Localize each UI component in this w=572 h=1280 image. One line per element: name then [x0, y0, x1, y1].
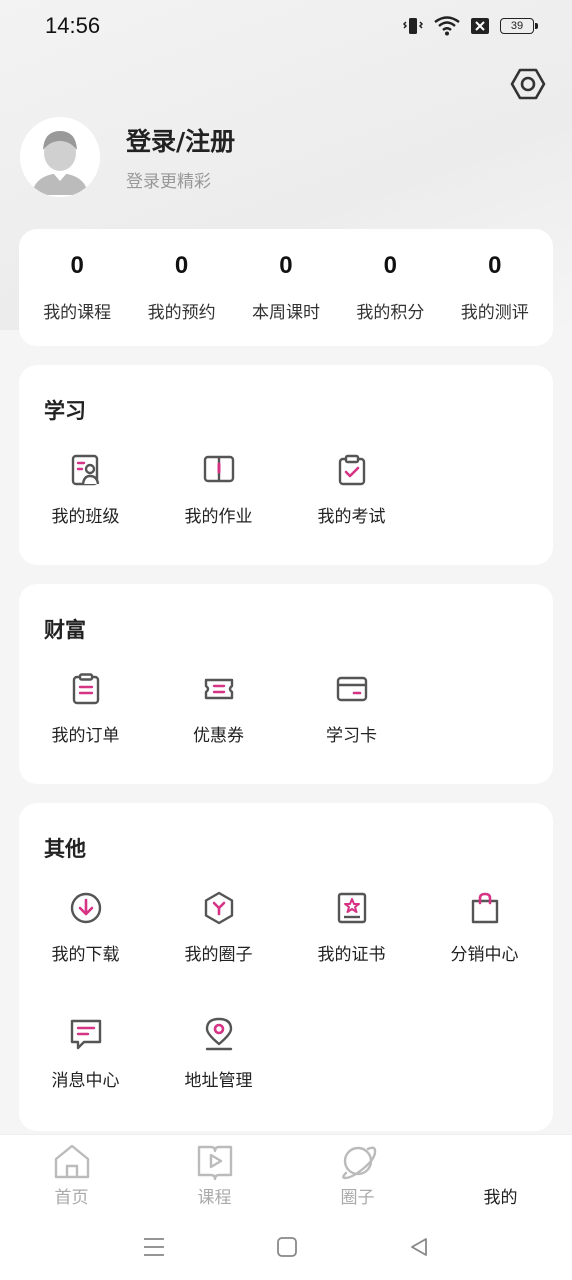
back-icon[interactable] [408, 1236, 430, 1258]
stat-my-points[interactable]: 0 我的积分 [340, 252, 440, 323]
tab-home[interactable]: 首页 [0, 1135, 143, 1214]
menu-my-orders[interactable]: 我的订单 [19, 672, 152, 798]
stat-value: 0 [383, 252, 398, 279]
status-time: 14:56 [45, 13, 101, 38]
stat-value: 0 [174, 252, 189, 279]
profile-subtitle: 登录更精彩 [126, 172, 211, 192]
menu-label: 我的圈子 [184, 945, 253, 965]
coupon-icon [204, 678, 233, 700]
tab-label: 首页 [54, 1188, 89, 1208]
home-square-icon[interactable] [276, 1236, 298, 1258]
settings-button[interactable] [510, 66, 546, 102]
stat-my-bookings[interactable]: 0 我的预约 [132, 252, 232, 323]
menu-my-class[interactable]: 我的班级 [19, 453, 152, 579]
profile-header[interactable]: 登录/注册 登录更精彩 [20, 117, 235, 197]
tab-mine[interactable]: 我的 [429, 1135, 572, 1214]
section-title: 财富 [44, 618, 86, 642]
menu-label: 我的订单 [51, 726, 120, 746]
stat-my-assessments[interactable]: 0 我的测评 [445, 252, 545, 323]
menu-label: 我的作业 [184, 507, 253, 527]
status-bar: 14:56 39 [0, 0, 572, 52]
homework-icon [203, 455, 234, 483]
home-icon [54, 1144, 89, 1179]
section-wealth: 财富 我的订单 优惠券 学习卡 [19, 584, 553, 784]
menu-label: 我的下载 [51, 945, 120, 965]
menu-label: 分销中心 [450, 945, 519, 965]
circle-icon [204, 891, 233, 925]
stat-label: 我的预约 [147, 303, 216, 323]
menu-message-center[interactable]: 消息中心 [19, 1017, 152, 1143]
menu-study-card[interactable]: 学习卡 [285, 672, 418, 798]
stat-label: 我的测评 [460, 303, 529, 323]
tab-label: 圈子 [340, 1188, 375, 1208]
vibrate-icon [402, 18, 424, 34]
battery-icon: 39 [500, 18, 538, 34]
default-avatar-icon [20, 117, 100, 197]
menu-label: 地址管理 [184, 1071, 253, 1091]
message-icon [70, 1019, 101, 1050]
section-title: 其他 [44, 837, 86, 861]
menu-label: 我的证书 [317, 945, 386, 965]
stat-weekly-hours[interactable]: 0 本周课时 [236, 252, 336, 323]
avatar[interactable] [20, 117, 100, 197]
location-icon [205, 1017, 232, 1051]
menu-label: 我的考试 [317, 507, 386, 527]
stat-my-courses[interactable]: 0 我的课程 [27, 252, 127, 323]
section-study: 学习 我的班级 我的作业 我的考试 [19, 365, 553, 565]
stats-card: 0 我的课程 0 我的预约 0 本周课时 0 我的积分 0 我的测评 [19, 229, 553, 346]
planet-icon [341, 1146, 376, 1180]
stat-label: 我的积分 [356, 303, 425, 323]
system-nav-bar [0, 1214, 572, 1280]
menu-address-management[interactable]: 地址管理 [152, 1017, 285, 1143]
no-sim-icon [471, 18, 489, 34]
menu-label: 消息中心 [51, 1071, 120, 1091]
bag-icon [471, 892, 498, 924]
bottom-tab-bar: 首页 课程 圈子 我的 [0, 1134, 572, 1214]
menu-coupons[interactable]: 优惠券 [152, 672, 285, 798]
settings-hexagon-icon [510, 68, 546, 100]
section-title: 学习 [44, 399, 86, 423]
class-icon [71, 454, 99, 486]
menu-label: 我的班级 [51, 507, 120, 527]
tab-label: 我的 [483, 1188, 518, 1208]
stat-value: 0 [488, 252, 502, 279]
stat-label: 我的课程 [43, 303, 112, 323]
menu-label: 学习卡 [326, 726, 377, 746]
tab-circles[interactable]: 圈子 [286, 1135, 429, 1214]
course-icon [197, 1145, 232, 1181]
login-register-link[interactable]: 登录/注册 [126, 122, 235, 158]
menu-my-homework[interactable]: 我的作业 [152, 453, 285, 579]
card-icon [336, 676, 367, 702]
menu-distribution-center[interactable]: 分销中心 [418, 891, 551, 1017]
tab-courses[interactable]: 课程 [143, 1135, 286, 1214]
menu-my-exam[interactable]: 我的考试 [285, 453, 418, 579]
order-icon [72, 673, 99, 705]
menu-icon[interactable] [142, 1236, 166, 1258]
certificate-icon [337, 892, 366, 924]
exam-icon [338, 454, 365, 486]
menu-my-downloads[interactable]: 我的下载 [19, 891, 152, 1017]
stat-value: 0 [279, 252, 293, 279]
section-other: 其他 我的下载 我的圈子 我的证书 分销中心 消息中心 地址管理 [19, 803, 553, 1131]
status-icons: 39 [402, 16, 538, 36]
download-icon [70, 892, 101, 924]
stat-value: 0 [70, 252, 84, 279]
menu-label: 优惠券 [193, 726, 244, 746]
menu-my-circles[interactable]: 我的圈子 [152, 891, 285, 1017]
wifi-icon [434, 16, 460, 36]
menu-my-certificates[interactable]: 我的证书 [285, 891, 418, 1017]
tab-label: 课程 [197, 1188, 232, 1208]
stat-label: 本周课时 [251, 303, 320, 323]
